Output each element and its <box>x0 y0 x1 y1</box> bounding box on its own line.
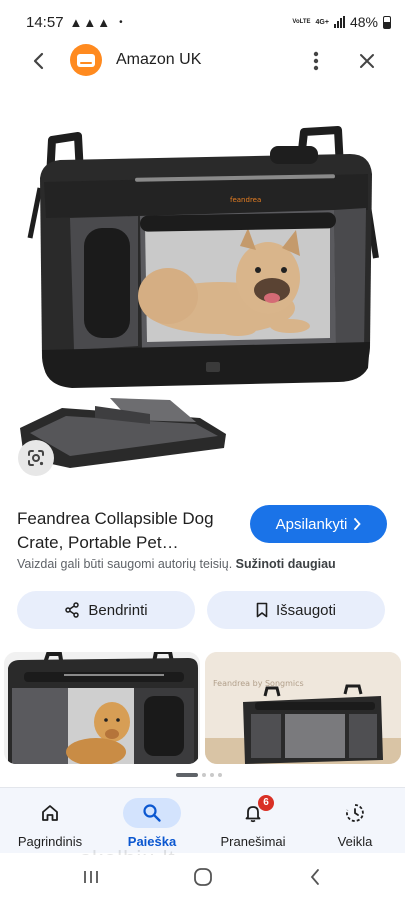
share-label: Bendrinti <box>88 601 148 619</box>
notification-badge: 6 <box>258 795 274 811</box>
pager-dot <box>202 773 206 777</box>
lte-indicator: 4G+ <box>315 18 329 26</box>
status-bar: 14:57 ▲▲▲ • VoLTE 4G+ 48% <box>0 0 405 44</box>
close-button[interactable] <box>355 49 379 73</box>
related-image-2[interactable]: Feandrea by Songmics <box>205 652 401 764</box>
back-chevron-icon <box>310 869 319 885</box>
dog-crate-illustration: feandrea <box>20 126 379 468</box>
crate-brand-text: feandrea <box>230 196 261 204</box>
visit-button[interactable]: Apsilankyti <box>250 505 387 543</box>
share-button[interactable]: Bendrinti <box>17 591 195 629</box>
bottom-navigation: Pagrindinis Paieška 6 Pranešimai Veikla <box>0 787 405 853</box>
pager-dot <box>218 773 222 777</box>
top-app-bar: Amazon UK <box>0 44 405 78</box>
carousel-pager <box>176 773 222 777</box>
nav-activity[interactable]: Veikla <box>310 798 400 849</box>
search-icon <box>143 804 161 822</box>
site-title: Amazon UK <box>116 51 202 68</box>
back-arrow-icon <box>33 52 44 70</box>
copyright-text: Vaizdai gali būti saugomi autorių teisių… <box>17 557 233 571</box>
more-vert-icon <box>313 51 319 71</box>
share-icon <box>65 602 80 618</box>
nav-home[interactable]: Pagrindinis <box>5 798 95 849</box>
signal-icon <box>333 16 345 28</box>
battery-icon <box>383 15 391 29</box>
notification-dot: • <box>119 16 123 28</box>
save-button[interactable]: Išsaugoti <box>207 591 385 629</box>
recent-apps-icon <box>84 871 98 883</box>
home-system-button[interactable] <box>190 865 216 889</box>
status-time: 14:57 <box>26 13 64 31</box>
learn-more-link[interactable]: Sužinoti daugiau <box>236 557 336 571</box>
nav-activity-label: Veikla <box>337 834 373 849</box>
lens-icon <box>28 450 44 466</box>
crate-on-table-image: Feandrea by Songmics <box>205 652 401 764</box>
recent-apps-button[interactable] <box>78 865 104 889</box>
network-type-indicator: VoLTE <box>292 18 311 25</box>
visit-button-label: Apsilankyti <box>275 515 348 533</box>
home-icon <box>42 805 58 821</box>
nav-notifications[interactable]: 6 Pranešimai <box>208 795 298 849</box>
home-circle-icon <box>194 868 212 886</box>
activity-icon <box>346 804 364 822</box>
chevron-right-icon <box>354 518 362 530</box>
related-image-1[interactable] <box>4 652 200 764</box>
bookmark-icon <box>256 602 268 618</box>
nav-search[interactable]: Paieška <box>107 798 197 849</box>
crate-with-golden-retriever-image <box>4 652 200 764</box>
pager-dot <box>210 773 214 777</box>
battery-percent: 48% <box>349 14 378 30</box>
product-image[interactable]: feandrea <box>0 118 405 478</box>
nav-notifications-label: Pranešimai <box>220 834 286 849</box>
warning-icon: ▲▲▲ <box>69 14 112 30</box>
pager-dot-active <box>176 773 198 777</box>
back-button[interactable] <box>26 49 50 73</box>
amazon-logo-icon <box>70 44 102 76</box>
save-label: Išsaugoti <box>275 601 337 619</box>
more-options-button[interactable] <box>304 49 328 73</box>
google-lens-button[interactable] <box>18 440 54 476</box>
system-back-button[interactable] <box>302 865 328 889</box>
product-title[interactable]: Feandrea Collapsible Dog Crate, Portable… <box>17 507 245 555</box>
related-brand-text: Feandrea by Songmics <box>213 679 304 688</box>
close-icon <box>360 54 374 68</box>
copyright-notice: Vaizdai gali būti saugomi autorių teisių… <box>17 557 336 571</box>
system-navigation-bar <box>0 855 405 900</box>
